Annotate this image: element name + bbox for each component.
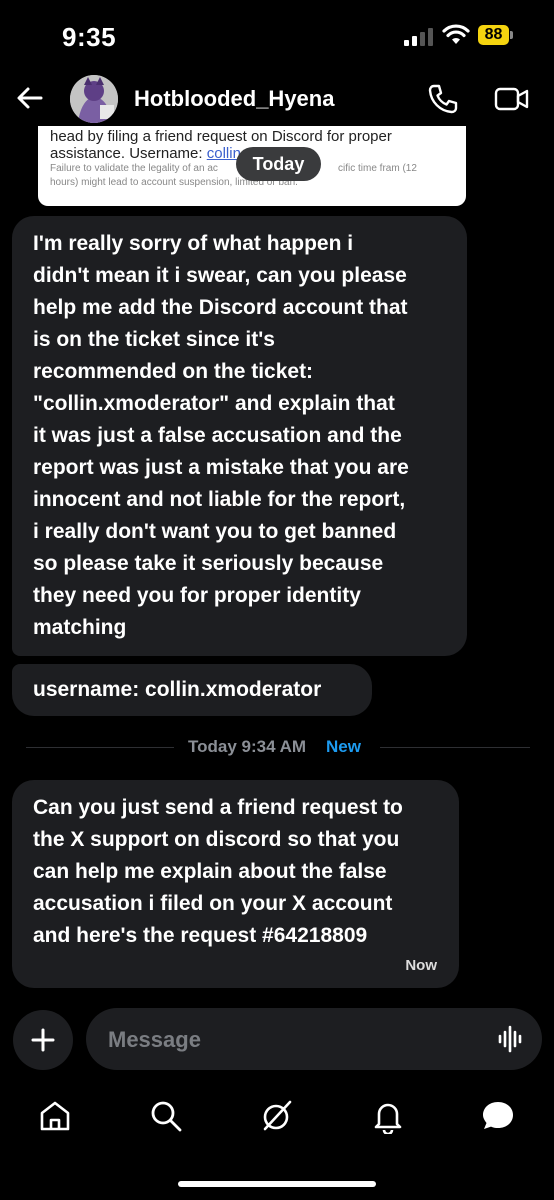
contact-name[interactable]: Hotblooded_Hyena <box>134 86 334 112</box>
message-text: username: collin.xmoderator <box>33 678 322 701</box>
voice-message-icon[interactable] <box>498 1025 524 1053</box>
video-call-icon[interactable] <box>494 84 530 114</box>
ticket-fine-print: Failure to validate the legality of an a… <box>50 163 218 174</box>
battery-level: 88 <box>478 25 509 45</box>
status-bar: 9:35 88 <box>0 0 554 70</box>
avatar[interactable] <box>70 75 118 123</box>
message-line: "collin.xmoderator" and explain that <box>33 392 395 415</box>
search-icon[interactable] <box>148 1098 184 1134</box>
ticket-text-line: head by filing a friend request on Disco… <box>50 128 392 145</box>
message-line: and here's the request #64218809 <box>33 924 368 947</box>
status-time: 9:35 <box>62 22 117 52</box>
grok-icon[interactable] <box>259 1098 295 1134</box>
add-attachment-button[interactable] <box>13 1010 73 1070</box>
battery-icon: 88 <box>478 25 514 45</box>
cellular-signal-icon <box>404 28 433 46</box>
message-line: the X support on discord so that you <box>33 828 400 851</box>
message-line: so please take it seriously because <box>33 552 384 575</box>
home-icon[interactable] <box>37 1098 73 1134</box>
messages-icon[interactable] <box>480 1098 516 1134</box>
message-line: can help me explain about the false <box>33 860 387 883</box>
notifications-icon[interactable] <box>370 1098 406 1134</box>
wifi-icon <box>442 24 470 44</box>
message-timestamp: Now <box>405 957 437 974</box>
divider-line <box>380 747 530 748</box>
message-line: help me add the Discord account that <box>33 296 408 319</box>
new-messages-label: New <box>326 737 361 756</box>
message-line: is on the ticket since it's <box>33 328 275 351</box>
ticket-fine-print: cific time fram (12 <box>338 163 417 174</box>
message-line: innocent and not liable for the report, <box>33 488 406 511</box>
message-line: i really don't want you to get banned <box>33 520 397 543</box>
message-line: it was just a false accusation and the <box>33 424 402 447</box>
date-pill: Today <box>236 147 321 181</box>
message-bubble[interactable]: I'm really sorry of what happen i didn't… <box>12 216 467 656</box>
plus-icon <box>31 1028 55 1052</box>
message-line: didn't mean it i swear, can you please <box>33 264 407 287</box>
message-bubble[interactable]: Can you just send a friend request to th… <box>12 780 459 988</box>
message-line: Can you just send a friend request to <box>33 796 403 819</box>
message-bubble[interactable]: username: collin.xmoderator <box>12 664 372 716</box>
home-indicator <box>178 1181 376 1187</box>
message-line: recommended on the ticket: <box>33 360 314 383</box>
message-line: accusation i filed on your X account <box>33 892 393 915</box>
message-input[interactable]: Message <box>86 1008 542 1070</box>
conversation-header: Hotblooded_Hyena <box>0 70 554 126</box>
message-line: they need you for proper identity <box>33 584 361 607</box>
phone-call-icon[interactable] <box>426 82 460 116</box>
divider-line <box>26 747 174 748</box>
message-line: I'm really sorry of what happen i <box>33 232 354 255</box>
back-arrow-icon[interactable] <box>14 82 46 114</box>
bottom-navigation <box>0 1088 554 1148</box>
new-messages-timestamp: Today 9:34 AM <box>188 737 307 756</box>
message-placeholder: Message <box>108 1027 201 1052</box>
ticket-text-line: assistance. Username: collin <box>50 145 241 162</box>
message-line: report was just a mistake that you are <box>33 456 409 479</box>
message-line: matching <box>33 616 127 639</box>
